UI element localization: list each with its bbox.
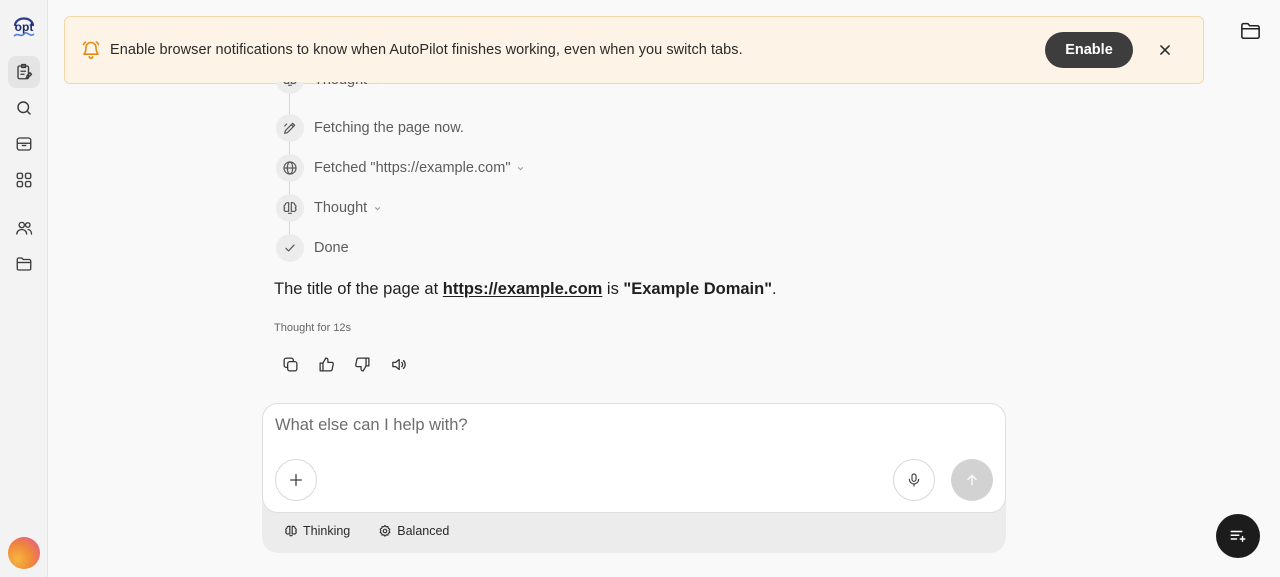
timeline-step-done: Done <box>276 234 349 262</box>
enable-notifications-button[interactable]: Enable <box>1045 32 1133 68</box>
close-icon <box>1160 45 1170 55</box>
users-icon <box>16 221 33 235</box>
voice-input-button[interactable] <box>893 459 935 501</box>
files-button[interactable] <box>1238 19 1262 41</box>
folder-icon <box>16 257 32 271</box>
thought-duration: Thought for 12s <box>274 322 352 334</box>
check-icon <box>276 234 304 262</box>
thumbs-up-button[interactable] <box>314 352 338 376</box>
app-logo[interactable]: opt <box>9 10 39 40</box>
chevron-down-icon <box>516 164 525 173</box>
timeline-step-fetching: Fetching the page now. <box>276 114 464 142</box>
clipboard-edit-icon <box>17 63 33 80</box>
timeline-step-thought-2[interactable]: Thought <box>276 194 382 222</box>
archive-icon <box>16 137 32 151</box>
sidebar-item-apps[interactable] <box>8 164 40 196</box>
message-input[interactable] <box>275 416 975 442</box>
thinking-mode-toggle[interactable]: Thinking <box>284 524 350 538</box>
sidebar-item-archive[interactable] <box>8 128 40 160</box>
folder-icon <box>1240 22 1260 39</box>
pen-icon <box>276 114 304 142</box>
send-button[interactable] <box>951 459 993 501</box>
composer <box>262 403 1006 513</box>
read-aloud-button[interactable] <box>386 352 410 376</box>
apps-grid-icon <box>16 172 32 188</box>
globe-icon <box>276 154 304 182</box>
sidebar-item-tasks[interactable] <box>8 56 40 88</box>
copy-icon <box>282 356 298 372</box>
gear-icon <box>379 524 391 537</box>
list-sparkle-icon <box>1230 530 1246 542</box>
brain-icon <box>285 525 297 537</box>
sidebar-item-search[interactable] <box>8 92 40 124</box>
assistant-answer: The title of the page at https://example… <box>274 280 777 298</box>
search-icon <box>17 101 31 115</box>
notification-banner: Enable browser notifications to know whe… <box>64 16 1204 84</box>
thumbs-up-icon <box>318 356 334 372</box>
copy-button[interactable] <box>278 352 302 376</box>
composer-container: Thinking Balanced <box>262 403 1006 553</box>
add-attachment-button[interactable] <box>275 459 317 501</box>
timeline-step-fetched[interactable]: Fetched "https://example.com" <box>276 154 525 182</box>
sidebar: opt <box>0 0 48 577</box>
answer-link[interactable]: https://example.com <box>443 280 603 298</box>
brain-icon <box>276 194 304 222</box>
svg-text:opt: opt <box>15 20 34 34</box>
avatar[interactable] <box>8 537 40 569</box>
message-actions <box>278 352 410 376</box>
sidebar-item-users[interactable] <box>8 212 40 244</box>
chevron-down-icon <box>373 204 382 213</box>
thumbs-down-icon <box>354 356 370 372</box>
page-title-value: "Example Domain" <box>623 280 773 298</box>
task-list-button[interactable] <box>1216 514 1260 558</box>
microphone-icon <box>908 473 920 487</box>
close-banner-button[interactable] <box>1155 40 1175 60</box>
plus-icon <box>290 474 302 486</box>
speaker-icon <box>391 358 406 370</box>
balanced-mode-toggle[interactable]: Balanced <box>378 524 449 538</box>
banner-message: Enable browser notifications to know whe… <box>110 42 743 58</box>
sidebar-item-files[interactable] <box>8 248 40 280</box>
mode-selector: Thinking Balanced <box>284 524 449 538</box>
bell-icon <box>81 40 101 60</box>
thumbs-down-button[interactable] <box>350 352 374 376</box>
arrow-up-icon <box>967 474 977 486</box>
